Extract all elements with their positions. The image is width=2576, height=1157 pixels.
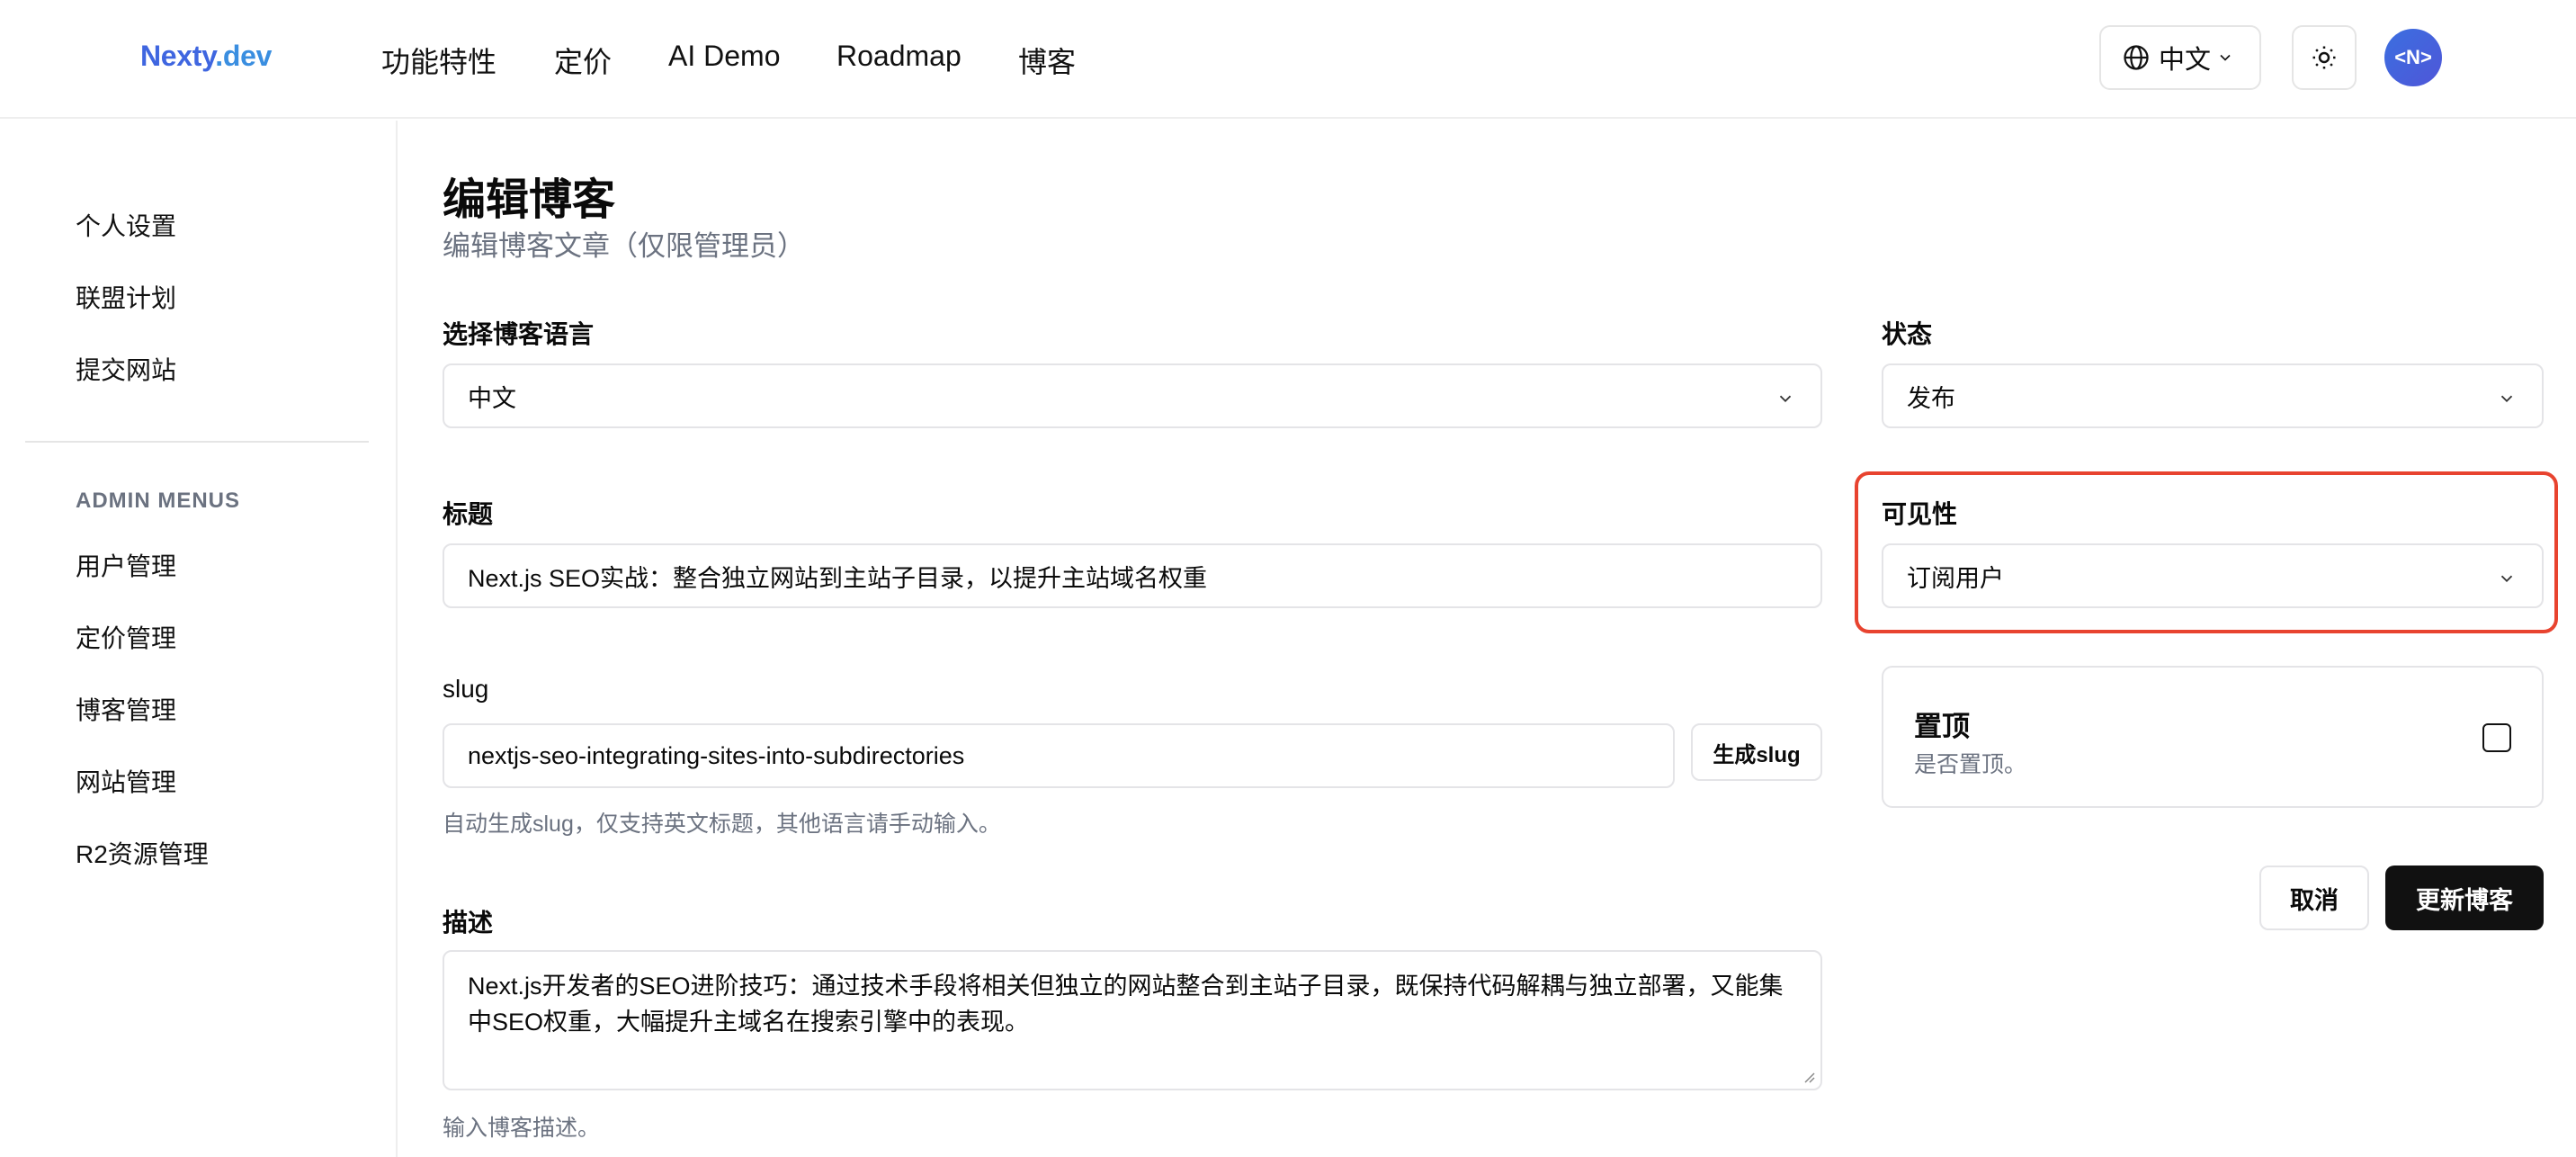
- theme-toggle-button[interactable]: [2292, 25, 2357, 90]
- sidebar-item-users[interactable]: 用户管理: [76, 547, 176, 583]
- language-select[interactable]: 中文: [443, 363, 1822, 428]
- user-avatar[interactable]: <N>: [2384, 29, 2442, 86]
- pin-description: 是否置顶。: [1914, 752, 2027, 777]
- title-input-value: Next.js SEO实战：整合独立网站到主站子目录，以提升主站域名权重: [468, 564, 1208, 592]
- sidebar-item-blogs[interactable]: 博客管理: [76, 691, 176, 727]
- chevron-down-icon: [2220, 54, 2231, 61]
- chevron-down-icon: [2500, 575, 2513, 583]
- description-textarea-value: Next.js开发者的SEO进阶技巧：通过技术手段将相关但独立的网站整合到主站子…: [468, 973, 1784, 1036]
- slug-input[interactable]: nextjs-seo-integrating-sites-into-subdir…: [443, 723, 1675, 788]
- sidebar-item-profile[interactable]: 个人设置: [76, 207, 176, 243]
- status-select-value: 发布: [1907, 384, 1955, 412]
- sidebar: 个人设置 联盟计划 提交网站 ADMIN MENUS 用户管理 定价管理 博客管…: [0, 121, 398, 1157]
- visibility-label: 可见性: [1882, 500, 1958, 528]
- top-header: Nexty.dev 功能特性 定价 AI Demo Roadmap 博客 中文 …: [0, 0, 2576, 119]
- language-switcher[interactable]: 中文: [2099, 25, 2261, 90]
- status-select-label: 状态: [1882, 320, 1933, 348]
- cancel-button[interactable]: 取消: [2259, 866, 2369, 930]
- logo-text-main: Nexty: [140, 40, 216, 72]
- sidebar-item-submit-site[interactable]: 提交网站: [76, 351, 176, 387]
- pin-checkbox[interactable]: [2482, 723, 2511, 752]
- pin-card: 置顶 是否置顶。: [1882, 666, 2544, 808]
- chevron-down-icon: [1779, 395, 1792, 403]
- page-title: 编辑博客: [443, 176, 616, 224]
- slug-label: slug: [443, 675, 489, 703]
- nav-blog[interactable]: 博客: [1018, 40, 1076, 81]
- chevron-down-icon: [2500, 395, 2513, 403]
- visibility-select-value: 订阅用户: [1907, 564, 2004, 592]
- sidebar-item-pricing[interactable]: 定价管理: [76, 619, 176, 655]
- title-input[interactable]: Next.js SEO实战：整合独立网站到主站子目录，以提升主站域名权重: [443, 543, 1822, 608]
- visibility-select[interactable]: 订阅用户: [1882, 543, 2544, 608]
- globe-icon: [2124, 45, 2149, 70]
- logo[interactable]: Nexty.dev: [140, 40, 272, 73]
- language-label: 中文: [2159, 46, 2212, 75]
- language-select-value: 中文: [468, 384, 516, 412]
- resize-handle-icon[interactable]: [1802, 1071, 1815, 1083]
- update-blog-button[interactable]: 更新博客: [2385, 866, 2544, 930]
- admin-menus-heading: ADMIN MENUS: [76, 489, 240, 513]
- nav-features[interactable]: 功能特性: [381, 40, 496, 81]
- nav-ai-demo[interactable]: AI Demo: [668, 40, 780, 73]
- slug-hint: 自动生成slug，仅支持英文标题，其他语言请手动输入。: [443, 812, 1001, 837]
- language-select-label: 选择博客语言: [443, 320, 595, 348]
- sidebar-item-sites[interactable]: 网站管理: [76, 763, 176, 799]
- page-subtitle: 编辑博客文章（仅限管理员）: [443, 230, 805, 262]
- sidebar-divider: [25, 441, 369, 443]
- title-label: 标题: [443, 500, 494, 528]
- description-label: 描述: [443, 909, 494, 937]
- nav-roadmap[interactable]: Roadmap: [836, 40, 962, 73]
- status-select[interactable]: 发布: [1882, 363, 2544, 428]
- nav-pricing[interactable]: 定价: [554, 40, 612, 81]
- sun-icon: [2312, 46, 2336, 69]
- description-textarea[interactable]: Next.js开发者的SEO进阶技巧：通过技术手段将相关但独立的网站整合到主站子…: [443, 950, 1822, 1090]
- description-hint: 输入博客描述。: [443, 1116, 601, 1141]
- slug-input-value: nextjs-seo-integrating-sites-into-subdir…: [468, 741, 965, 769]
- generate-slug-button[interactable]: 生成slug: [1691, 723, 1822, 781]
- logo-text-suffix: .dev: [215, 40, 273, 72]
- sidebar-item-affiliate[interactable]: 联盟计划: [76, 279, 176, 315]
- sidebar-item-r2[interactable]: R2资源管理: [76, 835, 209, 871]
- pin-title: 置顶: [1914, 711, 1970, 742]
